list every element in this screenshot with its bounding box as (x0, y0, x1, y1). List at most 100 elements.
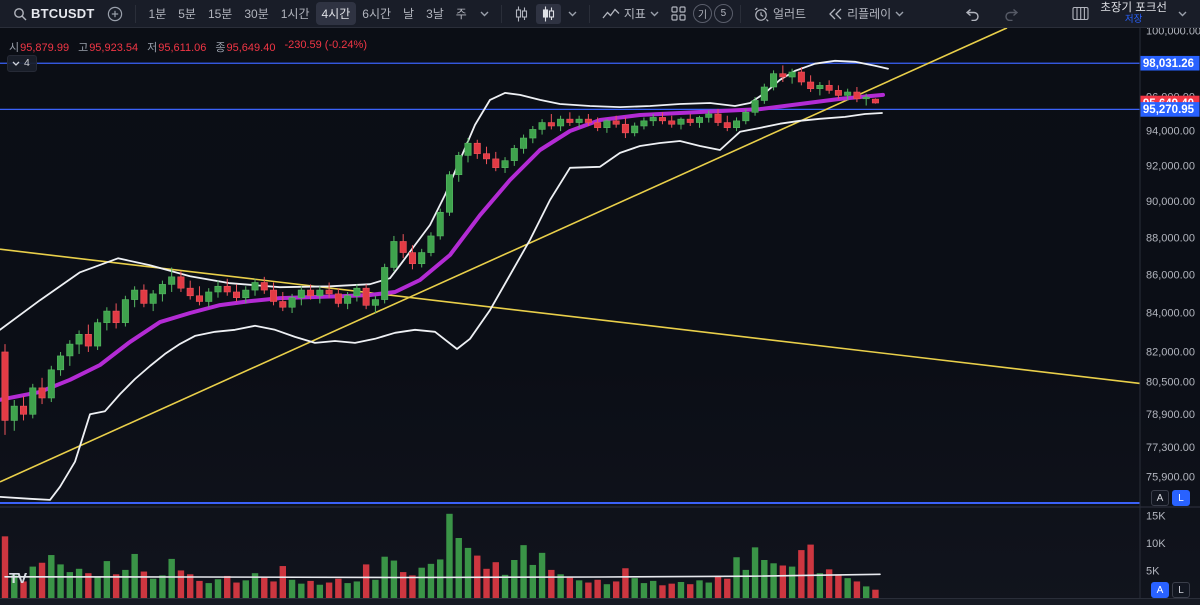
candle (751, 100, 759, 113)
candle (242, 289, 250, 298)
timeframe-주[interactable]: 주 (450, 2, 473, 25)
candle (353, 287, 361, 297)
candle (427, 235, 435, 253)
auto-scale-button[interactable]: A (1151, 490, 1169, 506)
lower-line-price-label[interactable]: 95,270.95 (1140, 102, 1200, 117)
price-chart[interactable]: 100,000.0096,000.0094,000.0092,000.0090,… (0, 26, 1200, 605)
fn-button-gi[interactable]: 기 (692, 4, 712, 23)
timeframe-3날[interactable]: 3날 (420, 2, 450, 25)
candle (695, 117, 703, 123)
candle (223, 285, 231, 293)
candle (149, 293, 157, 304)
candle (483, 153, 491, 160)
svg-text:80,500.00: 80,500.00 (1146, 376, 1195, 388)
candle (825, 85, 833, 91)
timeframe-날[interactable]: 날 (397, 2, 420, 25)
candle (640, 120, 648, 127)
layout-menu-button[interactable] (1173, 9, 1192, 19)
timeframe-4시간[interactable]: 4시간 (315, 2, 357, 25)
candle (464, 142, 472, 156)
candle (288, 297, 296, 308)
candle (520, 137, 528, 149)
timeframe-menu-button[interactable] (475, 9, 494, 19)
candle (177, 276, 185, 289)
candle (705, 113, 713, 118)
timeframe-1시간[interactable]: 1시간 (275, 2, 316, 25)
save-label[interactable]: 저장 (1125, 14, 1142, 25)
chevron-down-icon (650, 11, 659, 16)
candle (270, 289, 278, 302)
candle (371, 299, 379, 306)
svg-text:84,000.00: 84,000.00 (1146, 308, 1195, 320)
chart-area[interactable]: 100,000.0096,000.0094,000.0092,000.0090,… (0, 26, 1200, 605)
undo-button[interactable] (959, 5, 985, 23)
candle (316, 289, 324, 297)
candle (770, 73, 778, 88)
candle (566, 118, 574, 123)
indicators-label: 지표 (623, 7, 646, 21)
low-value: 95,611.06 (158, 42, 207, 54)
candle (723, 122, 731, 128)
candle (158, 284, 166, 295)
trendlines (0, 27, 1141, 483)
svg-text:86,000.00: 86,000.00 (1146, 269, 1195, 281)
columns-icon (1072, 6, 1089, 21)
candle (473, 142, 481, 154)
candle (677, 118, 685, 125)
candle (816, 85, 824, 89)
timeframe-6시간[interactable]: 6시간 (356, 2, 397, 25)
timeframe-30분[interactable]: 30분 (238, 2, 274, 25)
chart-style-menu-button[interactable] (563, 9, 582, 19)
candle (390, 241, 398, 268)
candle (733, 120, 741, 128)
candle (233, 291, 241, 298)
candle (112, 310, 120, 323)
auto-scale-button[interactable]: A (1151, 582, 1169, 598)
timeframe-15분[interactable]: 15분 (202, 2, 238, 25)
svg-text:100,000.00: 100,000.00 (1146, 28, 1200, 38)
candle (297, 289, 305, 298)
timeframe-1분[interactable]: 1분 (143, 2, 173, 25)
undo-icon (966, 8, 979, 21)
upper-line-price-label[interactable]: 98,031.26 (1140, 55, 1200, 71)
saved-layout-button[interactable]: 초장기 포크선 저장 (1100, 2, 1167, 25)
layout-grid-button[interactable] (666, 4, 691, 23)
fn-button-5[interactable]: 5 (713, 4, 733, 23)
candle (38, 387, 46, 399)
tradingview-logo[interactable]: TV (9, 570, 27, 587)
chevron-down-icon (12, 61, 20, 66)
svg-text:5K: 5K (1146, 566, 1160, 578)
timeframe-5분[interactable]: 5분 (172, 2, 202, 25)
log-scale-button[interactable]: L (1172, 582, 1190, 598)
redo-button[interactable] (999, 5, 1025, 23)
descending-resistance[interactable] (0, 248, 1141, 385)
chevron-down-icon (568, 11, 577, 16)
svg-text:92,000.00: 92,000.00 (1146, 160, 1195, 172)
log-scale-button[interactable]: L (1172, 490, 1190, 506)
candle (603, 120, 611, 128)
compare-add-button[interactable] (102, 4, 128, 24)
candle (575, 118, 583, 123)
svg-text:77,300.00: 77,300.00 (1146, 442, 1195, 454)
candle (66, 343, 74, 357)
replay-button[interactable]: 리플레이 (823, 3, 909, 24)
alert-button[interactable]: 얼러트 (748, 3, 811, 24)
indicators-button[interactable]: 지표 (597, 3, 664, 24)
chart-style-candles-button[interactable] (535, 3, 561, 24)
volume-bars (1, 513, 879, 599)
symbol-search-button[interactable]: BTCUSDT (8, 4, 100, 23)
panel-layout-button[interactable] (1067, 4, 1094, 23)
candle (344, 295, 352, 304)
candle (251, 282, 259, 291)
candle (557, 118, 565, 127)
close-value: 95,649.40 (226, 42, 276, 54)
candle (260, 282, 268, 291)
legend-collapse-chip[interactable]: 4 (7, 55, 37, 72)
alert-label: 얼러트 (772, 7, 807, 21)
chart-style-hollow-button[interactable] (509, 4, 534, 24)
time-axis-strip[interactable] (0, 598, 1200, 605)
candle (658, 117, 666, 122)
change-value: -230.59 (-0.24%) (284, 39, 367, 51)
candle (742, 112, 750, 122)
svg-text:94,000.00: 94,000.00 (1146, 126, 1195, 138)
